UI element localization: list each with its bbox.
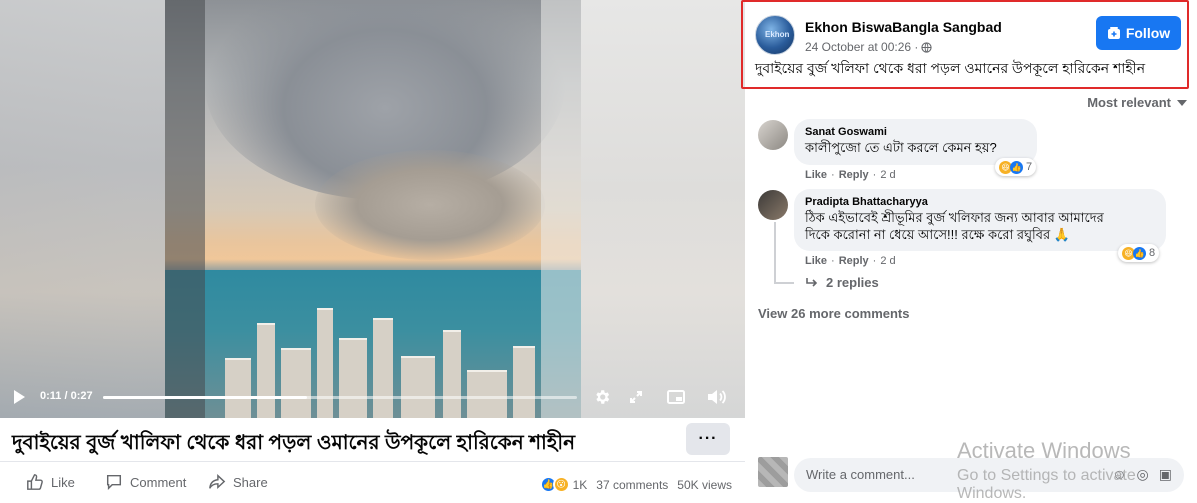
comment-bubble: Pradipta Bhattacharyya ঠিক এইভাবেই শ্রীভ… bbox=[794, 189, 1166, 251]
video-title: দুবাইয়ের বুর্জ খালিফা থেকে ধরা পড়ল ওমা… bbox=[12, 432, 576, 454]
like-reaction-icon: 👍 bbox=[1133, 246, 1146, 260]
video-progress-bar[interactable] bbox=[103, 396, 577, 399]
miniplayer-icon[interactable] bbox=[666, 387, 686, 407]
comment-tools: ☺ ◎ ▣ bbox=[1112, 466, 1172, 483]
share-icon bbox=[209, 474, 226, 490]
view-more-comments-link[interactable]: View 26 more comments bbox=[758, 306, 910, 321]
gear-icon[interactable] bbox=[592, 387, 612, 407]
comment-text-line-1: ঠিক এইভাবেই শ্রীভূমির বুর্জ খলিফার জন্য … bbox=[805, 210, 1104, 225]
comment-meta: Like · Reply · 2 d bbox=[805, 169, 896, 181]
view-replies-link[interactable]: 2 replies bbox=[805, 275, 879, 290]
comment-age: 2 d bbox=[880, 169, 896, 181]
page-name[interactable]: Ekhon BiswaBangla Sangbad bbox=[805, 19, 1002, 35]
follow-icon bbox=[1107, 27, 1120, 39]
comment-avatar[interactable] bbox=[758, 190, 788, 220]
comment-reaction-count: 7 bbox=[1026, 161, 1033, 173]
video-shade-left bbox=[165, 0, 205, 418]
post-timestamp-text: 24 October at 00:26 · bbox=[805, 40, 919, 54]
facebook-video-post: 0:11 / 0:27 দুবাইয়ের বুর্জ খালিফা থেকে … bbox=[0, 0, 1197, 503]
page-avatar[interactable]: Ekhon bbox=[755, 15, 795, 55]
camera-icon[interactable]: ◎ bbox=[1137, 466, 1149, 483]
post-timestamp[interactable]: 24 October at 00:26 · bbox=[805, 40, 933, 54]
emoji-icon[interactable]: ☺ bbox=[1112, 466, 1126, 483]
comment-reply-link[interactable]: Reply bbox=[839, 169, 869, 181]
post-text: দুবাইয়ের বুর্জ খলিফা থেকে ধরা পড়ল ওমান… bbox=[755, 60, 1146, 76]
comment-reactions[interactable]: 😆 👍 7 bbox=[995, 158, 1037, 176]
volume-icon[interactable] bbox=[706, 387, 726, 407]
current-user-avatar[interactable] bbox=[758, 457, 788, 487]
follow-button[interactable]: Follow bbox=[1096, 16, 1181, 50]
video-time: 0:11 / 0:27 bbox=[40, 390, 93, 402]
comment-age: 2 d bbox=[880, 255, 896, 267]
storm-cloud-base bbox=[315, 150, 545, 260]
comment-button[interactable]: Comment bbox=[105, 473, 186, 491]
share-button[interactable]: Share bbox=[208, 473, 268, 491]
comment-text: কালীপুজো তে এটা করলে কেমন হয়? bbox=[805, 140, 997, 155]
chevron-down-icon bbox=[1177, 99, 1187, 106]
comment-avatar[interactable] bbox=[758, 120, 788, 150]
comment-reaction-count: 8 bbox=[1149, 247, 1156, 259]
comment-author[interactable]: Pradipta Bhattacharyya bbox=[805, 196, 1155, 208]
comment-author[interactable]: Sanat Goswami bbox=[805, 126, 1026, 138]
comment-label: Comment bbox=[130, 474, 187, 490]
video-title-row: দুবাইয়ের বুর্জ খালিফা থেকে ধরা পড়ল ওমা… bbox=[0, 418, 745, 462]
write-comment-placeholder: Write a comment... bbox=[806, 467, 915, 482]
thumbs-up-icon bbox=[27, 474, 43, 490]
video-frame bbox=[165, 0, 581, 418]
fullscreen-icon[interactable] bbox=[626, 387, 646, 407]
page-avatar-text: Ekhon bbox=[765, 30, 790, 39]
video-progress-fill bbox=[103, 396, 307, 399]
wow-reaction-icon: 😮 bbox=[552, 476, 570, 493]
like-label: Like bbox=[51, 474, 75, 490]
sticker-icon[interactable]: ▣ bbox=[1159, 466, 1172, 483]
reply-arrow-icon bbox=[806, 277, 818, 287]
sort-label: Most relevant bbox=[1087, 95, 1171, 110]
video-shade-right bbox=[541, 0, 581, 418]
share-label: Share bbox=[233, 474, 268, 490]
comment-text-line-2: দিকে করোনা না ধেয়ে আসে!!! রক্ষে করো রঘু… bbox=[805, 227, 1070, 242]
video-player[interactable]: 0:11 / 0:27 bbox=[0, 0, 745, 418]
like-reaction-icon: 👍 bbox=[1010, 160, 1023, 174]
post-panel: Ekhon Ekhon BiswaBangla Sangbad 24 Octob… bbox=[741, 0, 1197, 503]
comment-reactions[interactable]: 😆 👍 8 bbox=[1118, 244, 1160, 262]
more-options-button[interactable]: ··· bbox=[686, 423, 730, 455]
comment-like-link[interactable]: Like bbox=[805, 255, 827, 267]
post-header: Ekhon Ekhon BiswaBangla Sangbad 24 Octob… bbox=[741, 0, 1189, 89]
replies-label: 2 replies bbox=[826, 275, 879, 290]
globe-icon bbox=[921, 41, 933, 53]
play-icon[interactable] bbox=[14, 390, 25, 404]
comment-sort-dropdown[interactable]: Most relevant bbox=[1087, 95, 1187, 110]
reaction-count: 1K bbox=[572, 477, 588, 492]
video-controls: 0:11 / 0:27 bbox=[0, 382, 745, 412]
reply-thread-line bbox=[774, 222, 776, 284]
like-button[interactable]: Like bbox=[26, 473, 75, 491]
post-stats: 👍 😮 1K 37 comments 50K views bbox=[539, 476, 732, 493]
comment-meta: Like · Reply · 2 d bbox=[805, 255, 896, 267]
post-actions: Like Comment Share 👍 😮 1K 37 comments 50… bbox=[0, 468, 745, 500]
view-count: 50K views bbox=[677, 477, 732, 492]
reaction-badges[interactable]: 👍 😮 1K bbox=[539, 476, 588, 493]
reply-thread-branch bbox=[774, 282, 794, 284]
follow-label: Follow bbox=[1125, 25, 1171, 41]
comment-count[interactable]: 37 comments bbox=[596, 478, 668, 492]
comment-reply-link[interactable]: Reply bbox=[839, 255, 869, 267]
comment-icon bbox=[106, 474, 122, 491]
write-comment-input[interactable]: Write a comment... ☺ ◎ ▣ bbox=[794, 458, 1184, 492]
video-column: 0:11 / 0:27 দুবাইয়ের বুর্জ খালিফা থেকে … bbox=[0, 0, 745, 503]
comment-like-link[interactable]: Like bbox=[805, 169, 827, 181]
